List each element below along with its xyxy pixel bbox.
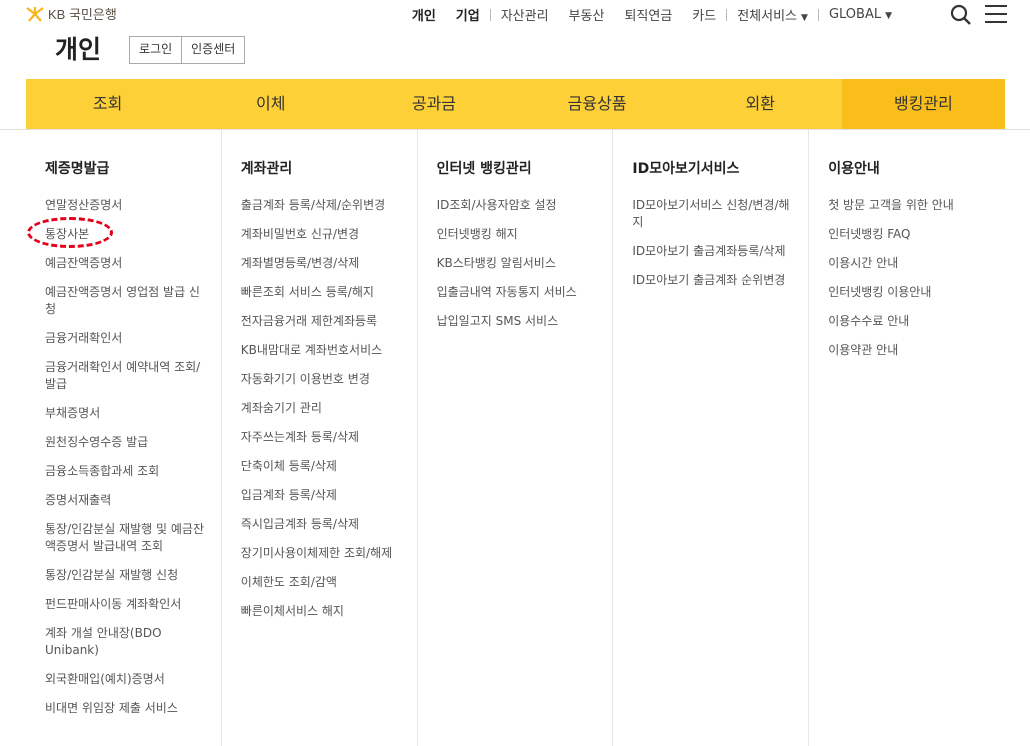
menu-item[interactable]: 자주쓰는계좌 등록/삭제: [241, 429, 401, 446]
caret-down-icon: ▼: [801, 13, 808, 23]
mega-menu: 제증명발급 연말정산증명서 통장사본 예금잔액증명서 예금잔액증명서 영업점 발…: [26, 130, 1005, 746]
menu-item[interactable]: 원천징수영수증 발급: [45, 434, 205, 451]
menu-column-certificates: 제증명발급 연말정산증명서 통장사본 예금잔액증명서 예금잔액증명서 영업점 발…: [26, 130, 222, 746]
logo-text: KB 국민은행: [48, 7, 117, 22]
menu-item[interactable]: ID모아보기서비스 신청/변경/해지: [632, 197, 792, 231]
menu-item[interactable]: 이체한도 조회/감액: [241, 574, 401, 591]
menu-item[interactable]: KB내맘대로 계좌번호서비스: [241, 342, 401, 359]
menu-item[interactable]: 즉시입금계좌 등록/삭제: [241, 516, 401, 533]
menu-item[interactable]: 출금계좌 등록/삭제/순위변경: [241, 197, 401, 214]
menu-item[interactable]: 증명서재출력: [45, 492, 205, 509]
top-bar: KB 국민은행 개인 기업 자산관리 부동산 퇴직연금 카드 전체서비스 ▼ GL…: [0, 0, 1030, 30]
menu-item[interactable]: ID모아보기 출금계좌등록/삭제: [632, 243, 792, 260]
menu-item[interactable]: 단축이체 등록/삭제: [241, 458, 401, 475]
menu-column-account-management: 계좌관리 출금계좌 등록/삭제/순위변경 계좌비밀번호 신규/변경 계좌별명등록…: [222, 130, 418, 746]
nav-asset-management[interactable]: 자산관리: [491, 5, 559, 24]
menu-item[interactable]: 입출금내역 자동통지 서비스: [437, 284, 597, 301]
menu-item[interactable]: 이용수수료 안내: [828, 313, 988, 330]
menu-item[interactable]: KB스타뱅킹 알림서비스: [437, 255, 597, 272]
nav-card[interactable]: 카드: [682, 5, 726, 24]
auth-box: 로그인 인증센터: [129, 36, 246, 64]
nav-personal[interactable]: 개인: [402, 5, 446, 24]
nav-global-label: GLOBAL: [828, 7, 882, 22]
menu-item[interactable]: 전자금융거래 제한계좌등록: [241, 313, 401, 330]
menu-tab-utility-bills[interactable]: 공과금: [352, 79, 515, 129]
menu-item[interactable]: 인터넷뱅킹 이용안내: [828, 284, 988, 301]
menu-tab-financial-products[interactable]: 금융상품: [516, 79, 679, 129]
menu-item[interactable]: 외국환매입(예치)증명서: [45, 671, 205, 688]
menu-column-usage-guide: 이용안내 첫 방문 고객을 위한 안내 인터넷뱅킹 FAQ 이용시간 안내 인터…: [809, 130, 1005, 746]
column-title: 인터넷 뱅킹관리: [436, 161, 532, 177]
menu-item[interactable]: 입금계좌 등록/삭제: [241, 487, 401, 504]
column-title: ID모아보기서비스: [632, 161, 740, 177]
menu-item[interactable]: 인터넷뱅킹 해지: [437, 226, 597, 243]
page-title: 개인: [55, 35, 102, 64]
menu-item[interactable]: 계좌비밀번호 신규/변경: [241, 226, 401, 243]
menu-item[interactable]: 연말정산증명서: [45, 197, 205, 214]
column-title: 제증명발급: [45, 161, 110, 177]
menu-item[interactable]: 빠른조회 서비스 등록/해지: [241, 284, 401, 301]
menu-item-bankbook-copy[interactable]: 통장사본: [45, 226, 205, 243]
menu-item[interactable]: ID조회/사용자암호 설정: [437, 197, 597, 214]
search-icon[interactable]: [950, 4, 972, 26]
menu-item[interactable]: 통장/인감분실 재발행 및 예금잔액증명서 발급내역 조회: [45, 521, 205, 555]
kb-star-icon: [26, 6, 44, 22]
menu-item[interactable]: 금융거래확인서: [45, 330, 205, 347]
menu-item[interactable]: 첫 방문 고객을 위한 안내: [828, 197, 988, 214]
main-menu-bar: 조회 이체 공과금 금융상품 외환 뱅킹관리: [26, 79, 1006, 129]
nav-retirement-pension[interactable]: 퇴직연금: [614, 5, 682, 24]
hamburger-menu-icon[interactable]: [985, 5, 1007, 25]
menu-item[interactable]: 부채증명서: [45, 405, 205, 422]
menu-item[interactable]: 비대면 위임장 제출 서비스: [45, 700, 205, 717]
menu-tab-transfer[interactable]: 이체: [189, 79, 352, 129]
top-nav: 개인 기업 자산관리 부동산 퇴직연금 카드 전체서비스 ▼ GLOBAL ▼: [402, 5, 902, 24]
menu-column-internet-banking: 인터넷 뱅킹관리 ID조회/사용자암호 설정 인터넷뱅킹 해지 KB스타뱅킹 알…: [418, 130, 614, 746]
menu-tab-inquiry[interactable]: 조회: [26, 79, 189, 129]
menu-item[interactable]: 예금잔액증명서 영업점 발급 신청: [45, 284, 205, 318]
menu-tab-foreign-exchange[interactable]: 외환: [679, 79, 842, 129]
menu-item[interactable]: 계좌별명등록/변경/삭제: [241, 255, 401, 272]
menu-item[interactable]: 계좌 개설 안내장(BDO Unibank): [45, 625, 205, 659]
kb-logo[interactable]: KB 국민은행: [26, 4, 117, 23]
menu-item[interactable]: 납입일고지 SMS 서비스: [437, 313, 597, 330]
nav-global[interactable]: GLOBAL ▼: [819, 7, 902, 22]
menu-item[interactable]: ID모아보기 출금계좌 순위변경: [632, 272, 792, 289]
column-title: 이용안내: [828, 161, 880, 177]
menu-item[interactable]: 이용시간 안내: [828, 255, 988, 272]
caret-down-icon: ▼: [885, 11, 892, 21]
menu-column-id-collection: ID모아보기서비스 ID모아보기서비스 신청/변경/해지 ID모아보기 출금계좌…: [613, 130, 810, 746]
menu-item[interactable]: 이용약관 안내: [828, 342, 988, 359]
menu-item[interactable]: 통장/인감분실 재발행 신청: [45, 567, 205, 584]
menu-item[interactable]: 펀드판매사이동 계좌확인서: [45, 596, 205, 613]
nav-real-estate[interactable]: 부동산: [559, 5, 615, 24]
menu-item[interactable]: 자동화기기 이용번호 변경: [241, 371, 401, 388]
menu-item[interactable]: 계좌숨기기 관리: [241, 400, 401, 417]
login-button[interactable]: 로그인: [130, 37, 181, 63]
menu-item[interactable]: 빠른이체서비스 해지: [241, 603, 401, 620]
menu-item[interactable]: 인터넷뱅킹 FAQ: [828, 226, 988, 243]
nav-all-services-label: 전체서비스: [737, 9, 798, 24]
certificate-center-button[interactable]: 인증센터: [181, 37, 244, 63]
nav-business[interactable]: 기업: [446, 5, 490, 24]
menu-item[interactable]: 금융소득종합과세 조회: [45, 463, 205, 480]
menu-item[interactable]: 금융거래확인서 예약내역 조회/발급: [45, 359, 205, 393]
menu-item[interactable]: 예금잔액증명서: [45, 255, 205, 272]
column-title: 계좌관리: [240, 161, 293, 177]
menu-item[interactable]: 장기미사용이체제한 조회/해제: [241, 545, 401, 562]
menu-tab-banking-management[interactable]: 뱅킹관리: [841, 79, 1006, 129]
nav-all-services[interactable]: 전체서비스 ▼: [727, 5, 818, 24]
